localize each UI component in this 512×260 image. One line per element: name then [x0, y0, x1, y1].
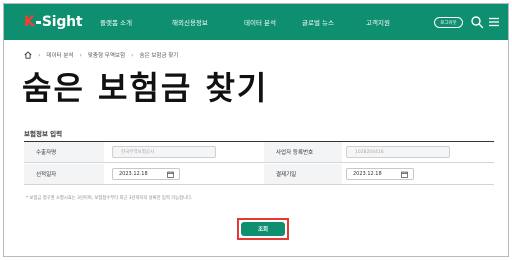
- shipping-date-field[interactable]: 2023.12.18: [112, 168, 180, 180]
- app-window: K Sight 플랫폼 소개 해외신용정보 데이터 분석 글로벌 뉴스 고객지원…: [3, 3, 509, 257]
- notice-text: * 보험금 청구권 소멸시효는 3년이며, 보험접수부터 최근 3년까지의 날짜…: [26, 196, 193, 201]
- search-button[interactable]: 조회: [241, 222, 285, 236]
- breadcrumb-separator: ›: [79, 51, 82, 59]
- breadcrumb-item-data-analysis[interactable]: 데이터 분석: [46, 51, 73, 59]
- payment-due-label: 결제기일: [264, 164, 342, 184]
- logo-letter-k: K: [24, 14, 35, 30]
- business-number-label: 사업자 등록번호: [264, 142, 342, 162]
- breadcrumb-item-current: 숨은 보험금 찾기: [139, 53, 179, 59]
- top-header: K Sight 플랫폼 소개 해외신용정보 데이터 분석 글로벌 뉴스 고객지원…: [4, 4, 508, 40]
- section-title: 보험정보 입력: [24, 130, 63, 138]
- shipping-date-label: 선적일자: [24, 164, 104, 184]
- breadcrumb: › 데이터 분석 › 맞춤형 무역보험 › 숨은 보험금 찾기: [24, 50, 178, 60]
- logout-button[interactable]: 로그아웃: [434, 17, 463, 28]
- insurance-form: 수출자명 한국무역보험공사 사업자 등록번호 1028204416 선적일자 2…: [24, 141, 494, 189]
- breadcrumb-separator: ›: [38, 51, 41, 59]
- form-row-dates: 선적일자 2023.12.18 결제기일 2023.12.18: [24, 164, 494, 185]
- page-title: 숨은 보험금 찾기: [22, 69, 269, 107]
- ksight-logo[interactable]: K Sight: [24, 13, 83, 31]
- form-row-exporter: 수출자명 한국무역보험공사 사업자 등록번호 1028204416: [24, 142, 494, 163]
- shipping-date-value: 2023.12.18: [119, 171, 148, 177]
- business-number-field[interactable]: 1028204416: [346, 146, 450, 158]
- exporter-name-field[interactable]: 한국무역보험공사: [112, 146, 216, 158]
- breadcrumb-separator: ›: [131, 51, 134, 59]
- nav-support[interactable]: 고객지원: [366, 17, 390, 27]
- exporter-name-label: 수출자명: [24, 142, 104, 162]
- payment-due-field[interactable]: 2023.12.18: [346, 168, 414, 180]
- calendar-icon[interactable]: [401, 171, 408, 178]
- nav-credit-info[interactable]: 해외신용정보: [172, 17, 208, 27]
- logo-dash: [35, 20, 41, 24]
- logo-text: Sight: [41, 14, 83, 30]
- menu-icon[interactable]: [487, 15, 501, 29]
- calendar-icon[interactable]: [167, 171, 174, 178]
- home-icon[interactable]: [24, 51, 32, 59]
- breadcrumb-item-custom-insurance[interactable]: 맞춤형 무역보험: [88, 51, 125, 59]
- payment-due-value: 2023.12.18: [353, 171, 382, 177]
- nav-platform[interactable]: 플랫폼 소개: [100, 17, 132, 27]
- nav-global-news[interactable]: 글로벌 뉴스: [302, 17, 334, 27]
- nav-data-analysis[interactable]: 데이터 분석: [244, 17, 276, 27]
- search-icon[interactable]: [470, 15, 484, 29]
